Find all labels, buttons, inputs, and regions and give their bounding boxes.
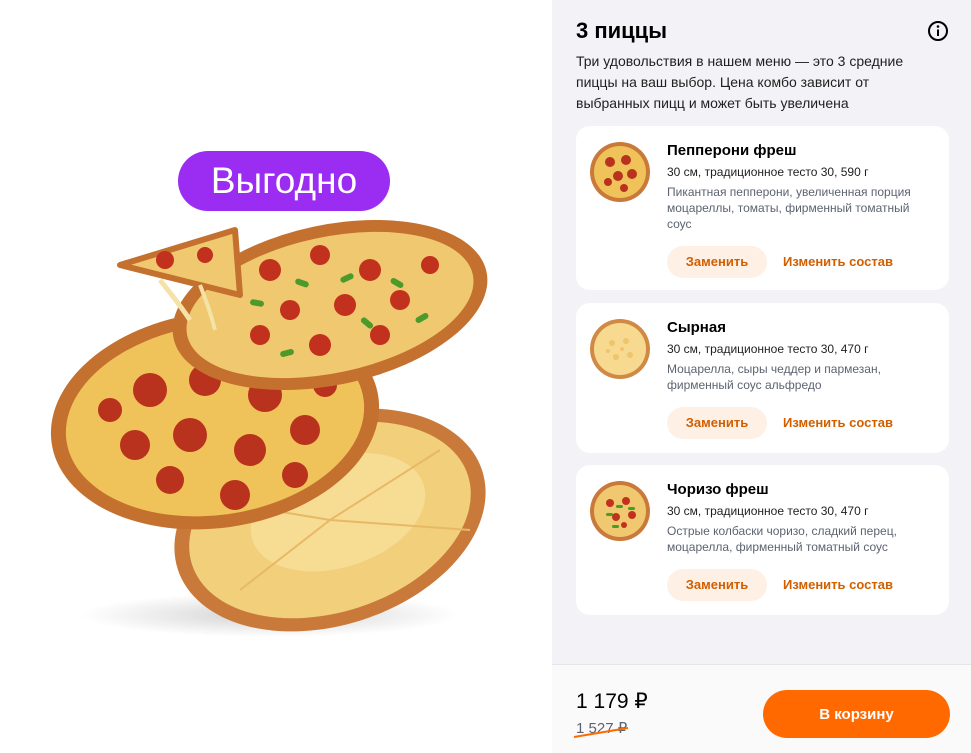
pizza-thumbnail <box>590 319 650 379</box>
promo-badge: Выгодно <box>178 151 390 211</box>
pizza-thumbnail <box>590 481 650 541</box>
combo-item-card: Сырная 30 см, традиционное тесто 30, 470… <box>576 303 949 453</box>
replace-button[interactable]: Заменить <box>667 569 767 601</box>
pizza-spec: 30 см, традиционное тесто 30, 470 г <box>667 504 869 518</box>
pizza-name: Пепперони фреш <box>667 142 797 159</box>
pizza-name: Сырная <box>667 319 726 336</box>
info-icon[interactable] <box>927 20 949 42</box>
replace-button[interactable]: Заменить <box>667 407 767 439</box>
add-to-cart-button[interactable]: В корзину <box>763 690 950 738</box>
current-price: 1 179 ₽ <box>576 690 648 713</box>
old-price: 1 527 ₽ <box>576 720 628 737</box>
combo-title: 3 пиццы <box>576 18 667 43</box>
change-composition-button[interactable]: Изменить состав <box>783 569 893 601</box>
combo-item-card: Чоризо фреш 30 см, традиционное тесто 30… <box>576 465 949 615</box>
pizza-stack-image <box>50 219 488 637</box>
combo-description: Три удовольствия в нашем меню — это 3 ср… <box>576 53 904 111</box>
promo-image-pane: Выгодно <box>0 0 552 753</box>
pizza-ingredients: Острые колбаски чоризо, сладкий перец, м… <box>667 524 897 554</box>
pizza-spec: 30 см, традиционное тесто 30, 470 г <box>667 342 869 356</box>
pizza-ingredients: Пикантная пепперони, увеличенная порция … <box>667 185 911 231</box>
change-composition-button[interactable]: Изменить состав <box>783 246 893 278</box>
replace-button[interactable]: Заменить <box>667 246 767 278</box>
change-composition-button[interactable]: Изменить состав <box>783 407 893 439</box>
pizza-ingredients: Моцарелла, сыры чеддер и пармезан, фирме… <box>667 362 881 392</box>
pizza-spec: 30 см, традиционное тесто 30, 590 г <box>667 165 869 179</box>
pizza-thumbnail <box>590 142 650 202</box>
combo-panel: 3 пиццы Три удовольствия в нашем меню — … <box>552 0 971 753</box>
combo-item-card: Пепперони фреш 30 см, традиционное тесто… <box>576 126 949 290</box>
pizza-name: Чоризо фреш <box>667 481 769 498</box>
checkout-footer: 1 179 ₽ 1 527 ₽ В корзину <box>552 664 971 753</box>
